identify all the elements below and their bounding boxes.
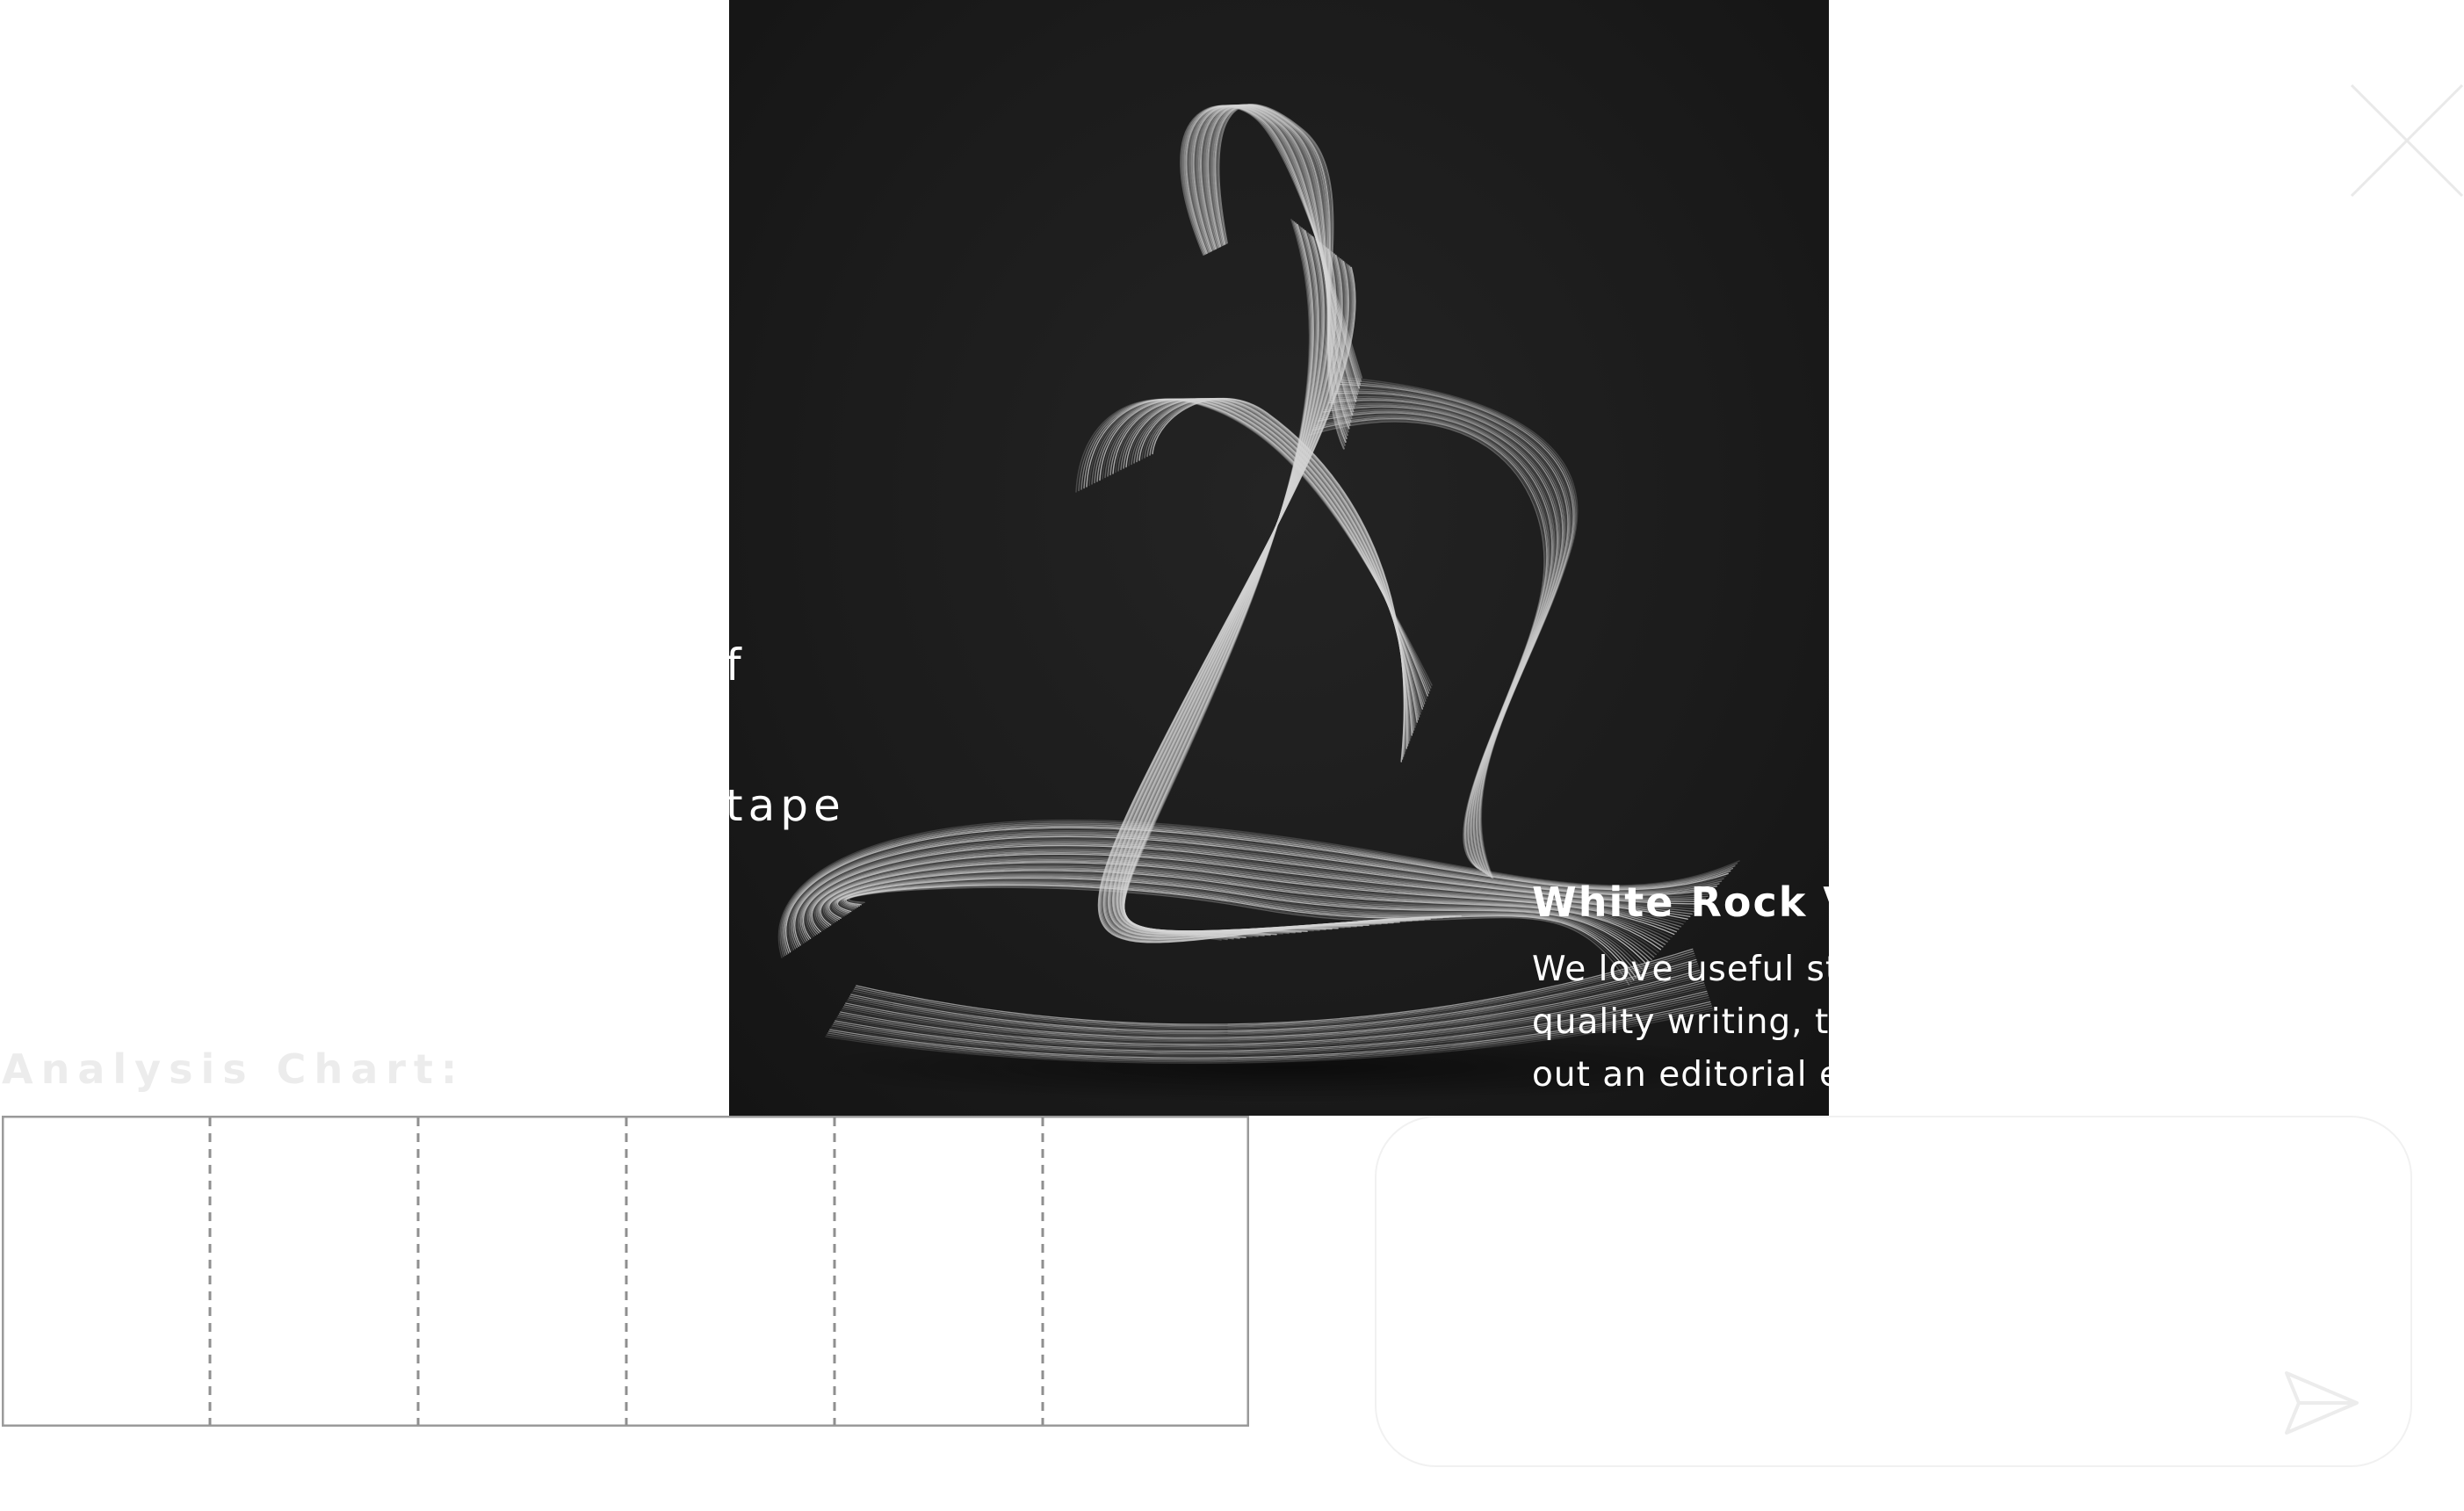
hero-text-line-1: f [726, 640, 747, 690]
chart-frame [1, 1115, 1250, 1428]
send-icon [2285, 1371, 2359, 1435]
message-card [1375, 1116, 2412, 1467]
analysis-chart [1, 1115, 1250, 1428]
close-icon[interactable] [2350, 83, 2464, 198]
caption-card: White Rock Vineyards We love useful stuf… [1532, 878, 2200, 1154]
caption-title: White Rock Vineyards [1532, 878, 2066, 926]
hero-text-line-2: tape [726, 780, 846, 831]
page: f tape White Rock Vineyards We love usef… [0, 0, 2464, 1511]
message-input[interactable] [1429, 1153, 2311, 1420]
chart-heading: Analysis Chart: [2, 1045, 466, 1093]
send-button[interactable] [2283, 1368, 2362, 1438]
